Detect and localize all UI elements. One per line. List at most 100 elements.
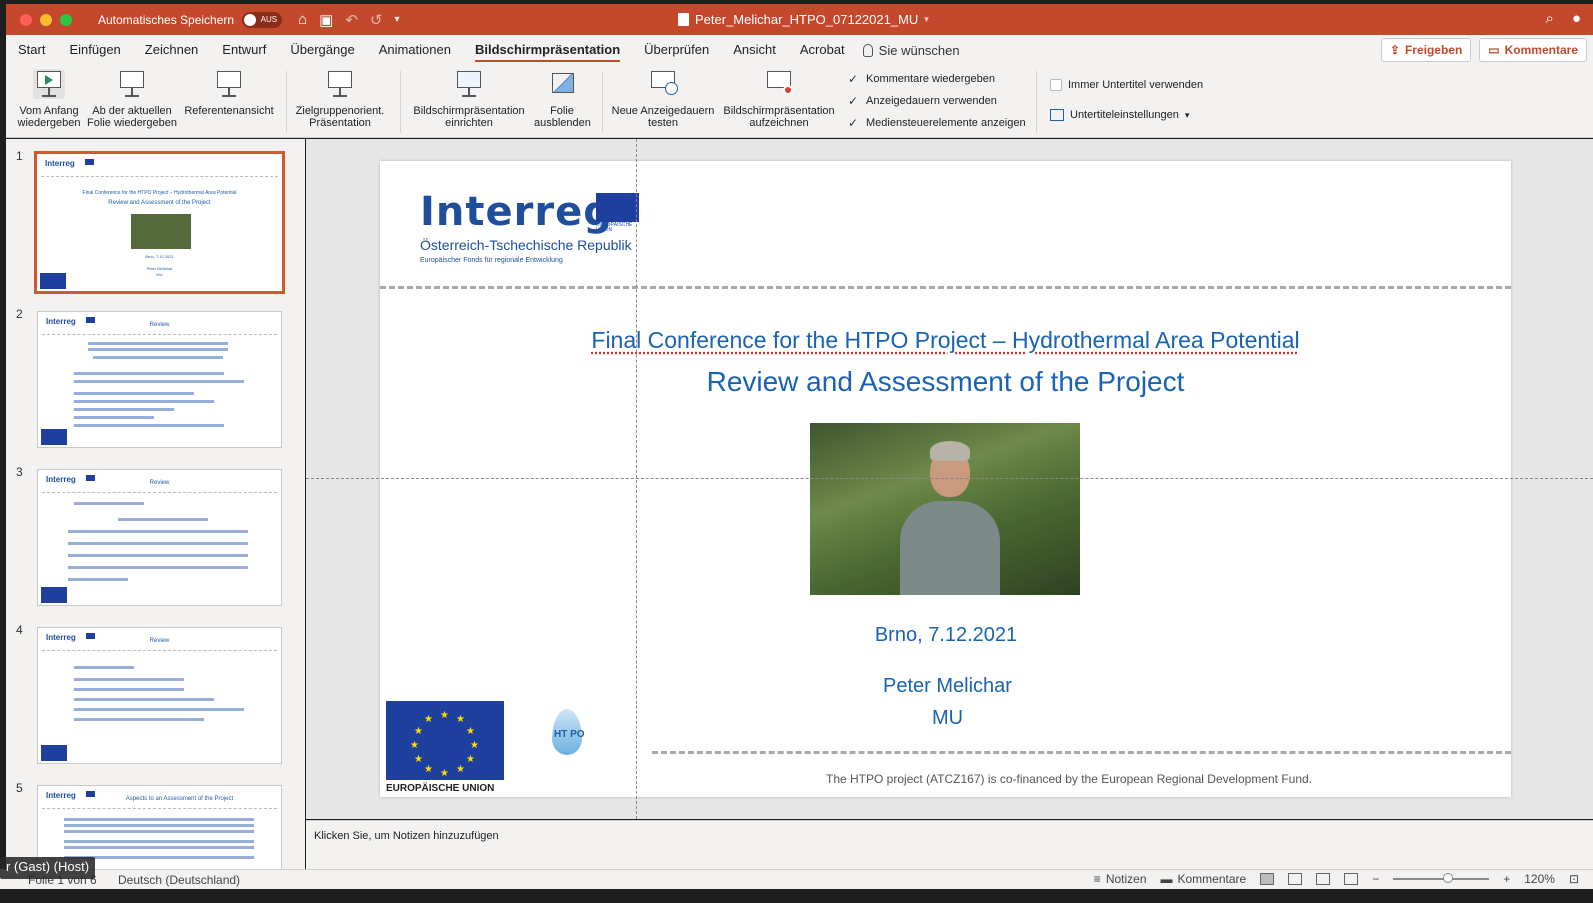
mini-text-line	[74, 688, 184, 691]
mini-eu-flag	[41, 745, 67, 761]
horizontal-guide[interactable]	[306, 478, 1593, 479]
language-indicator[interactable]: Deutsch (Deutschland)	[118, 873, 240, 887]
tab-uebergaenge[interactable]: Übergänge	[278, 35, 366, 65]
mini-text-line	[74, 392, 194, 395]
mini-text-line	[64, 840, 254, 843]
save-icon[interactable]: ▣	[319, 11, 333, 29]
customize-toolbar-icon[interactable]: ▾	[394, 14, 399, 25]
slide-thumbnail-image[interactable]: Interreg Review	[37, 627, 282, 764]
presenter-photo[interactable]	[810, 423, 1080, 595]
play-from-current-label2: Folie wiedergeben	[87, 117, 177, 129]
mini-text-line	[74, 666, 134, 669]
redo-icon[interactable]: ↺	[370, 11, 383, 29]
record-show-button[interactable]: Bildschirmpräsentation aufzeichnen	[720, 69, 838, 129]
rehearse-timings-label1: Neue Anzeigedauern	[611, 105, 715, 117]
checkmark-icon: ✓	[848, 72, 859, 86]
zoom-level[interactable]: 120%	[1524, 872, 1555, 886]
play-from-current-button[interactable]: Ab der aktuellen Folie wiedergeben	[86, 69, 178, 129]
account-icon[interactable]: ●	[1572, 10, 1581, 27]
tab-zeichnen[interactable]: Zeichnen	[133, 35, 210, 65]
thumb-name: Peter Melichar	[146, 266, 173, 271]
tab-animationen[interactable]: Animationen	[367, 35, 463, 65]
close-window-button[interactable]	[20, 13, 32, 26]
comments-button[interactable]: ▭ Kommentare	[1479, 38, 1587, 62]
thumb-title: Final Conference for the HTPO Project – …	[82, 190, 237, 196]
show-media-controls-checkbox[interactable]: ✓ Mediensteuerelemente anzeigen	[848, 117, 1026, 129]
home-icon[interactable]: ⌂	[298, 11, 307, 28]
share-button[interactable]: ⇪ Freigeben	[1380, 38, 1472, 62]
slide-divider	[380, 286, 1511, 289]
tab-einfuegen[interactable]: Einfügen	[57, 35, 132, 65]
slide-sorter-icon[interactable]	[1288, 873, 1303, 885]
tab-start[interactable]: Start	[6, 35, 57, 65]
thumb-inst: MU	[156, 272, 163, 277]
status-bar: Folie 1 von 6 Deutsch (Deutschland) ≡ No…	[0, 869, 1593, 889]
tell-me-label: Sie wünschen	[878, 42, 960, 58]
setup-show-button[interactable]: Bildschirmpräsentation einrichten	[408, 69, 530, 129]
thumb-title: Review	[149, 638, 170, 644]
htpo-logo: HT PO	[530, 709, 610, 779]
slide-number: 2	[16, 307, 23, 321]
tab-ueberpruefen[interactable]: Überprüfen	[632, 35, 721, 65]
use-timings-checkbox[interactable]: ✓ Anzeigedauern verwenden	[848, 95, 997, 107]
play-from-start-button[interactable]: Vom Anfang wiedergeben	[14, 69, 84, 129]
autosave-toggle[interactable]: AUS	[242, 11, 283, 28]
fit-to-window-icon[interactable]: ⊡	[1569, 872, 1579, 886]
slide-thumbnail-pane: 1 Interreg Final Conference for the HTPO…	[6, 139, 305, 869]
minimize-window-button[interactable]	[40, 13, 52, 26]
play-from-start-icon	[33, 69, 65, 99]
slide-presenter-name[interactable]: Peter Melichar	[380, 675, 1511, 698]
subtitle-settings-dropdown[interactable]: Untertiteleinstellungen ▾	[1050, 109, 1189, 121]
notes-toggle-button[interactable]: ≡ Notizen	[1094, 872, 1147, 886]
checkbox-box	[1050, 79, 1062, 91]
slide-thumbnail-image[interactable]: Interreg Final Conference for the HTPO P…	[34, 151, 285, 294]
tab-ansicht[interactable]: Ansicht	[721, 35, 788, 65]
presenter-view-label: Referentenansicht	[184, 105, 274, 117]
zoom-in-icon[interactable]: +	[1503, 872, 1510, 886]
record-show-icon	[763, 69, 795, 99]
zoom-slider[interactable]	[1393, 873, 1490, 883]
presenter-view-button[interactable]: Referentenansicht	[182, 69, 276, 117]
search-icon[interactable]: ⌕	[1546, 10, 1554, 27]
tab-bildschirmpraesentation[interactable]: Bildschirmpräsentation	[463, 35, 632, 65]
autosave-label: Automatisches Speichern	[98, 12, 235, 27]
mini-divider	[42, 808, 277, 809]
tab-acrobat[interactable]: Acrobat	[788, 35, 857, 65]
ribbon-separator	[286, 71, 287, 133]
presenter-view-icon	[213, 69, 245, 99]
notes-pane[interactable]: Klicken Sie, um Notizen hinzuzufügen	[306, 820, 1593, 869]
hide-slide-button[interactable]: Folie ausblenden	[534, 69, 591, 129]
undo-icon[interactable]: ↶	[345, 11, 358, 29]
maximize-window-button[interactable]	[60, 13, 72, 26]
zoom-slider-handle[interactable]	[1443, 873, 1454, 883]
slideshow-view-icon[interactable]	[1344, 873, 1359, 885]
document-title[interactable]: Peter_Melichar_HTPO_07122021_MU ▾	[678, 12, 929, 27]
rehearse-timings-button[interactable]: Neue Anzeigedauern testen	[608, 69, 718, 129]
mini-text-line	[64, 846, 254, 849]
slide-subtitle[interactable]: Review and Assessment of the Project	[380, 366, 1511, 398]
zoom-out-icon[interactable]: −	[1372, 872, 1379, 886]
vertical-guide[interactable]	[636, 139, 637, 819]
mini-text-line	[74, 380, 244, 383]
tab-entwurf[interactable]: Entwurf	[210, 35, 278, 65]
reading-view-icon[interactable]	[1316, 873, 1331, 885]
mini-text-line	[74, 698, 214, 701]
slide-footer[interactable]: The HTPO project (ATCZ167) is co-finance…	[826, 772, 1312, 786]
comments-toggle-button[interactable]: ▬ Kommentare	[1161, 872, 1247, 886]
notes-label: Notizen	[1105, 872, 1147, 886]
tell-me-box[interactable]: Sie wünschen	[862, 42, 960, 58]
slide-thumbnail-image[interactable]: Interreg Review	[37, 311, 282, 448]
normal-view-icon[interactable]	[1260, 873, 1275, 885]
slide-place-date[interactable]: Brno, 7.12.2021	[380, 624, 1380, 647]
custom-show-button[interactable]: Zielgruppenorient. Präsentation	[292, 69, 388, 129]
mini-text-line	[74, 408, 174, 411]
slide-title[interactable]: Final Conference for the HTPO Project – …	[380, 327, 1511, 354]
mini-text-line	[64, 818, 254, 821]
notes-placeholder[interactable]: Klicken Sie, um Notizen hinzuzufügen	[314, 830, 499, 842]
play-comments-checkbox[interactable]: ✓ Kommentare wiedergeben	[848, 73, 995, 85]
slide-thumbnail-image[interactable]: Interreg Review	[37, 469, 282, 606]
current-slide[interactable]: Interreg EUROPÄISCHE UNION Österreich-Ts…	[380, 161, 1511, 797]
slide-editing-area[interactable]: Interreg EUROPÄISCHE UNION Österreich-Ts…	[306, 139, 1593, 819]
always-subtitles-checkbox[interactable]: Immer Untertitel verwenden	[1050, 79, 1203, 91]
mini-text-line	[88, 348, 228, 351]
